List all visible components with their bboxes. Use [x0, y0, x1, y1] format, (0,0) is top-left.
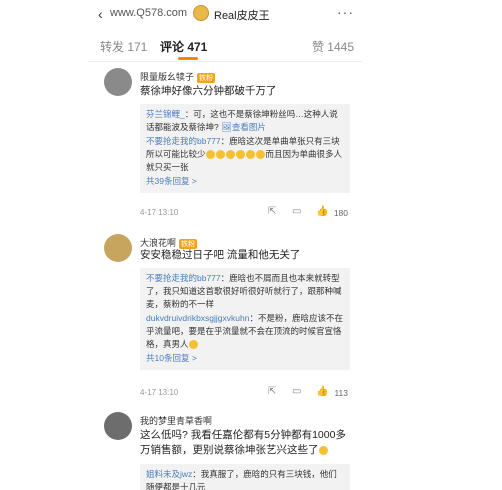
- more-replies-link[interactable]: 共39条回复 >: [146, 175, 344, 188]
- tab-indicator: [178, 57, 198, 60]
- back-icon[interactable]: ‹: [98, 6, 103, 22]
- emoji-icon: [245, 150, 255, 160]
- like-icon[interactable]: 👍: [316, 206, 328, 217]
- emoji-icon: [205, 150, 215, 160]
- comment-text: 蔡徐坤好像六分钟都破千万了: [140, 85, 277, 97]
- emoji-icon: [188, 340, 198, 350]
- more-replies-link[interactable]: 共10条回复 >: [146, 352, 344, 365]
- comment-text: 安安稳稳过日子吧 流量和他无关了: [140, 249, 301, 261]
- comment-time: 4-17 13:10: [140, 388, 179, 397]
- like-count: 113: [334, 388, 348, 398]
- comment-item: 限量版幺犊子 铁粉 蔡徐坤好像六分钟都破千万了 芬兰锦鲤_：可，这也不是蔡徐坤粉丝…: [88, 62, 362, 227]
- top-bar: ‹ www.Q578.com Real皮皮王 ···: [88, 0, 362, 28]
- reply-item: 不要抢走我的bb777：鹿晗这次是单曲单张只有三块所以可能比较少 而且因为单曲很多…: [146, 136, 343, 172]
- like-count: 180: [333, 208, 348, 218]
- tab-repost[interactable]: 转发 171: [100, 38, 147, 55]
- avatar[interactable]: [104, 68, 132, 96]
- weibo-comments-screen: ‹ www.Q578.com Real皮皮王 ··· 转发 171 评论 471…: [88, 0, 362, 490]
- emoji-icon: [318, 445, 328, 455]
- more-icon[interactable]: ···: [337, 4, 354, 20]
- reply-box[interactable]: 芬兰锦鲤_：可，这也不是蔡徐坤粉丝吗…这种人说话都能波及蔡徐坤? 🖼查看图片 不…: [140, 104, 350, 193]
- reply-username[interactable]: dukvdruivdrikbxsgjjgxvkuhn: [146, 313, 249, 323]
- reply-username[interactable]: 姐料未及jwz: [146, 469, 192, 479]
- reply-box[interactable]: 不要抢走我的bb777：鹿晗也不屑而且也本来就转型了，我只知道这首歌很好听很好听…: [140, 268, 350, 370]
- comment-username[interactable]: 限量版幺犊子 铁粉: [140, 70, 216, 83]
- comment-username[interactable]: 我的梦里青草香啊: [140, 414, 212, 427]
- reply-username[interactable]: 不要抢走我的bb777: [146, 136, 221, 146]
- share-icon[interactable]: ⇱: [268, 206, 276, 217]
- avatar[interactable]: [104, 412, 132, 440]
- reply-icon[interactable]: ▭: [292, 206, 301, 217]
- reply-icon[interactable]: ▭: [292, 386, 301, 397]
- title-avatar: [193, 5, 209, 21]
- fan-badge: 铁粉: [197, 72, 216, 83]
- reply-item: 姐料未及jwz：我真服了，鹿晗的只有三块钱，他们随便都是十几元: [146, 469, 337, 490]
- comment-time: 4-17 13:10: [140, 208, 179, 217]
- comment-meta: 4-17 13:10 ⇱ ▭ 👍 180: [140, 206, 350, 220]
- reply-username[interactable]: 芬兰锦鲤_: [146, 109, 185, 119]
- emoji-icon: [255, 150, 265, 160]
- avatar[interactable]: [104, 234, 132, 262]
- comment-text: 这么低吗? 我看任嘉伦都有5分钟都有1000多万销售额，更别说蔡徐坤张艺兴这些了: [140, 429, 346, 456]
- comment-item: 大浪花啊 铁粉 安安稳稳过日子吧 流量和他无关了 不要抢走我的bb777：鹿晗也不…: [88, 228, 362, 408]
- watermark: www.Q578.com: [110, 7, 188, 19]
- reply-box[interactable]: 姐料未及jwz：我真服了，鹿晗的只有三块钱，他们随便都是十几元: [140, 464, 350, 490]
- view-image-link[interactable]: 🖼查看图片: [221, 122, 266, 132]
- reply-item: 芬兰锦鲤_：可，这也不是蔡徐坤粉丝吗…这种人说话都能波及蔡徐坤? 🖼查看图片: [146, 109, 338, 132]
- reply-username[interactable]: 不要抢走我的bb777: [146, 273, 221, 283]
- comment-item: 我的梦里青草香啊 这么低吗? 我看任嘉伦都有5分钟都有1000多万销售额，更别说…: [88, 408, 362, 490]
- like-icon[interactable]: 👍: [316, 386, 328, 397]
- share-icon[interactable]: ⇱: [268, 386, 276, 397]
- tab-likes[interactable]: 赞 1445: [312, 38, 354, 55]
- page-title: Real皮皮王: [214, 10, 270, 22]
- emoji-icon: [215, 150, 225, 160]
- comment-meta: 4-17 13:10 ⇱ ▭ 👍 113: [140, 386, 350, 400]
- reply-item: 不要抢走我的bb777：鹿晗也不屑而且也本来就转型了，我只知道这首歌很好听很好听…: [146, 273, 342, 309]
- tab-bar: 转发 171 评论 471 赞 1445: [88, 28, 362, 62]
- tab-comments[interactable]: 评论 471: [160, 38, 207, 55]
- reply-item: dukvdruivdrikbxsgjjgxvkuhn：不是粉，鹿晗应该不在乎流量…: [146, 313, 343, 350]
- emoji-icon: [225, 150, 235, 160]
- emoji-icon: [235, 150, 245, 160]
